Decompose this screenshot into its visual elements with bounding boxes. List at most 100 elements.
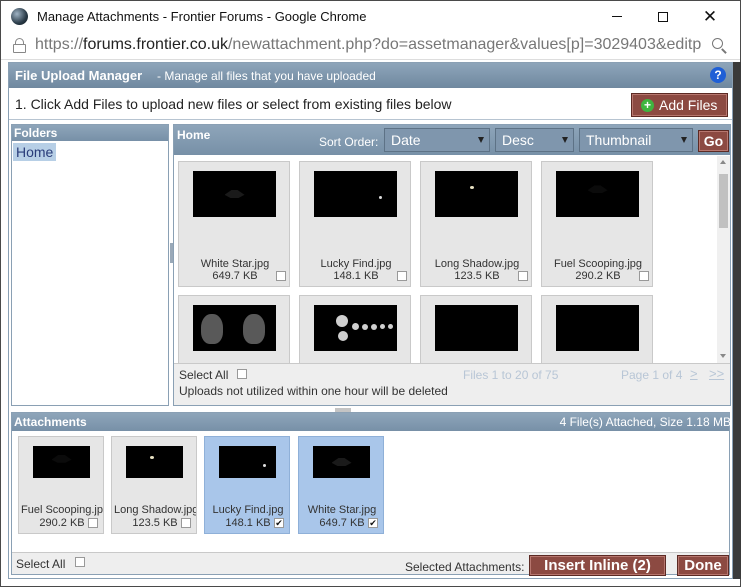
thumbnail-image bbox=[314, 305, 397, 351]
folders-heading: Folders bbox=[12, 125, 168, 141]
attachment-checkbox[interactable]: ✔ bbox=[274, 518, 284, 528]
file-tile[interactable] bbox=[541, 295, 653, 363]
scroll-up-icon[interactable] bbox=[720, 160, 726, 164]
attachment-name: Long Shadow.jpg bbox=[114, 504, 196, 516]
sort-direction-select[interactable]: Desc bbox=[495, 128, 574, 152]
attachments-panel: Attachments 4 File(s) Attached, Size 1.1… bbox=[11, 412, 731, 576]
scrollbar-thumb[interactable] bbox=[719, 174, 728, 228]
view-mode-select[interactable]: Thumbnail bbox=[579, 128, 693, 152]
maximize-button[interactable] bbox=[640, 1, 686, 32]
app-icon bbox=[11, 8, 28, 25]
address-bar[interactable]: https://forums.frontier.co.uk/newattachm… bbox=[1, 32, 740, 60]
files-toolbar: Home Sort Order: Date Desc Thumbnail Go bbox=[174, 125, 730, 155]
thumbnail-image bbox=[556, 305, 639, 351]
plus-icon: + bbox=[641, 98, 654, 112]
file-checkbox[interactable] bbox=[518, 271, 528, 281]
attachment-name: Fuel Scooping.jpg bbox=[21, 504, 103, 516]
attachment-tile[interactable]: White Star.jpg 649.7 KB ✔ bbox=[298, 436, 384, 534]
attachment-name: Lucky Find.jpg bbox=[212, 504, 284, 516]
url-text[interactable]: https://forums.frontier.co.uk/newattachm… bbox=[35, 36, 711, 54]
file-grid: White Star.jpg 649.7 KB Lucky Find.jpg 1… bbox=[174, 156, 715, 363]
zoom-icon[interactable] bbox=[712, 38, 728, 54]
close-icon: ✕ bbox=[702, 6, 718, 26]
sort-order-label: Sort Order: bbox=[319, 135, 379, 149]
minimize-icon bbox=[612, 16, 622, 17]
current-folder-label: Home bbox=[177, 128, 211, 142]
file-name: Fuel Scooping.jpg bbox=[553, 258, 643, 270]
file-name: Lucky Find.jpg bbox=[320, 258, 392, 270]
select-all-checkbox[interactable] bbox=[237, 369, 247, 379]
folders-panel: Folders Home bbox=[11, 124, 169, 406]
instructions-text: 1. Click Add Files to upload new files o… bbox=[15, 96, 452, 112]
file-size: 148.1 KB bbox=[333, 270, 379, 282]
upload-note: Uploads not utilized within one hour wil… bbox=[179, 384, 448, 398]
chevron-down-icon bbox=[562, 137, 568, 143]
files-footer: Select All Uploads not utilized within o… bbox=[174, 363, 730, 405]
thumbnail-image bbox=[556, 171, 639, 217]
file-tile[interactable] bbox=[299, 295, 411, 363]
thumbnail-image bbox=[314, 171, 397, 217]
thumbnail-image bbox=[33, 446, 90, 478]
thumbnail-image bbox=[435, 171, 518, 217]
select-all-label: Select All bbox=[179, 368, 229, 382]
file-name: White Star.jpg bbox=[200, 258, 270, 270]
select-all-checkbox[interactable] bbox=[75, 557, 85, 567]
file-tile[interactable]: Long Shadow.jpg 123.5 KB bbox=[420, 161, 532, 287]
chevron-down-icon bbox=[681, 137, 687, 143]
url-host: forums.frontier.co.uk bbox=[83, 36, 228, 53]
file-size: 290.2 KB bbox=[575, 270, 621, 282]
page-indicator: Page 1 of 4 bbox=[621, 368, 683, 382]
file-tile[interactable] bbox=[420, 295, 532, 363]
last-page-link[interactable]: >> bbox=[709, 366, 724, 381]
url-scheme: https:// bbox=[35, 36, 84, 53]
file-tile[interactable]: Lucky Find.jpg 148.1 KB bbox=[299, 161, 411, 287]
url-path: /newattachment.php?do=assetmanager&value… bbox=[227, 36, 702, 53]
attachment-checkbox[interactable] bbox=[181, 518, 191, 528]
attachment-tile[interactable]: Lucky Find.jpg 148.1 KB ✔ bbox=[204, 436, 290, 534]
done-button[interactable]: Done bbox=[677, 555, 729, 576]
attachments-header: Attachments 4 File(s) Attached, Size 1.1… bbox=[12, 413, 731, 431]
go-button[interactable]: Go bbox=[698, 130, 729, 152]
add-files-label: Add Files bbox=[659, 97, 718, 113]
attachments-footer: Select All Selected Attachments: Insert … bbox=[12, 552, 729, 576]
file-size: 123.5 KB bbox=[454, 270, 500, 282]
minimize-button[interactable] bbox=[594, 1, 640, 32]
file-tile[interactable]: Fuel Scooping.jpg 290.2 KB bbox=[541, 161, 653, 287]
background-window-edge bbox=[733, 62, 741, 579]
add-files-button[interactable]: + Add Files bbox=[631, 93, 728, 117]
scroll-down-icon[interactable] bbox=[720, 354, 726, 358]
lock-icon bbox=[13, 38, 26, 53]
attachment-tile[interactable]: Fuel Scooping.jpg 290.2 KB bbox=[18, 436, 104, 534]
insert-inline-button[interactable]: Insert Inline (2) bbox=[529, 555, 666, 576]
thumbnail-image bbox=[313, 446, 370, 478]
file-tile[interactable]: White Star.jpg 649.7 KB bbox=[178, 161, 290, 287]
select-all-label: Select All bbox=[16, 557, 66, 571]
thumbnail-image bbox=[219, 446, 276, 478]
thumbnail-image bbox=[126, 446, 183, 478]
sort-field-select[interactable]: Date bbox=[384, 128, 490, 152]
attachments-summary: 4 File(s) Attached, Size 1.18 MB bbox=[559, 415, 731, 429]
manager-subtitle: - Manage all files that you have uploade… bbox=[157, 69, 376, 83]
attachment-checkbox[interactable] bbox=[88, 518, 98, 528]
folder-home[interactable]: Home bbox=[13, 143, 57, 161]
file-tile[interactable] bbox=[178, 295, 290, 363]
manager-header: File Upload Manager - Manage all files t… bbox=[9, 63, 732, 88]
file-grid-scrollbar[interactable] bbox=[717, 156, 730, 363]
close-button[interactable]: ✕ bbox=[687, 1, 733, 32]
sort-direction-value: Desc bbox=[502, 132, 534, 148]
selected-attachments-label: Selected Attachments: bbox=[405, 560, 525, 574]
title-bar: Manage Attachments - Frontier Forums - G… bbox=[1, 1, 740, 32]
file-checkbox[interactable] bbox=[639, 271, 649, 281]
attachments-heading: Attachments bbox=[14, 415, 87, 429]
file-checkbox[interactable] bbox=[276, 271, 286, 281]
manager-title: File Upload Manager bbox=[15, 68, 143, 83]
attachment-tile[interactable]: Long Shadow.jpg 123.5 KB bbox=[111, 436, 197, 534]
attachment-checkbox[interactable]: ✔ bbox=[368, 518, 378, 528]
checkmark-icon: ✔ bbox=[275, 518, 283, 528]
chevron-down-icon bbox=[478, 137, 484, 143]
instructions-bar: 1. Click Add Files to upload new files o… bbox=[9, 88, 732, 120]
next-page-link[interactable]: > bbox=[690, 366, 698, 381]
file-name: Long Shadow.jpg bbox=[434, 258, 520, 270]
help-icon[interactable]: ? bbox=[710, 67, 726, 83]
file-checkbox[interactable] bbox=[397, 271, 407, 281]
